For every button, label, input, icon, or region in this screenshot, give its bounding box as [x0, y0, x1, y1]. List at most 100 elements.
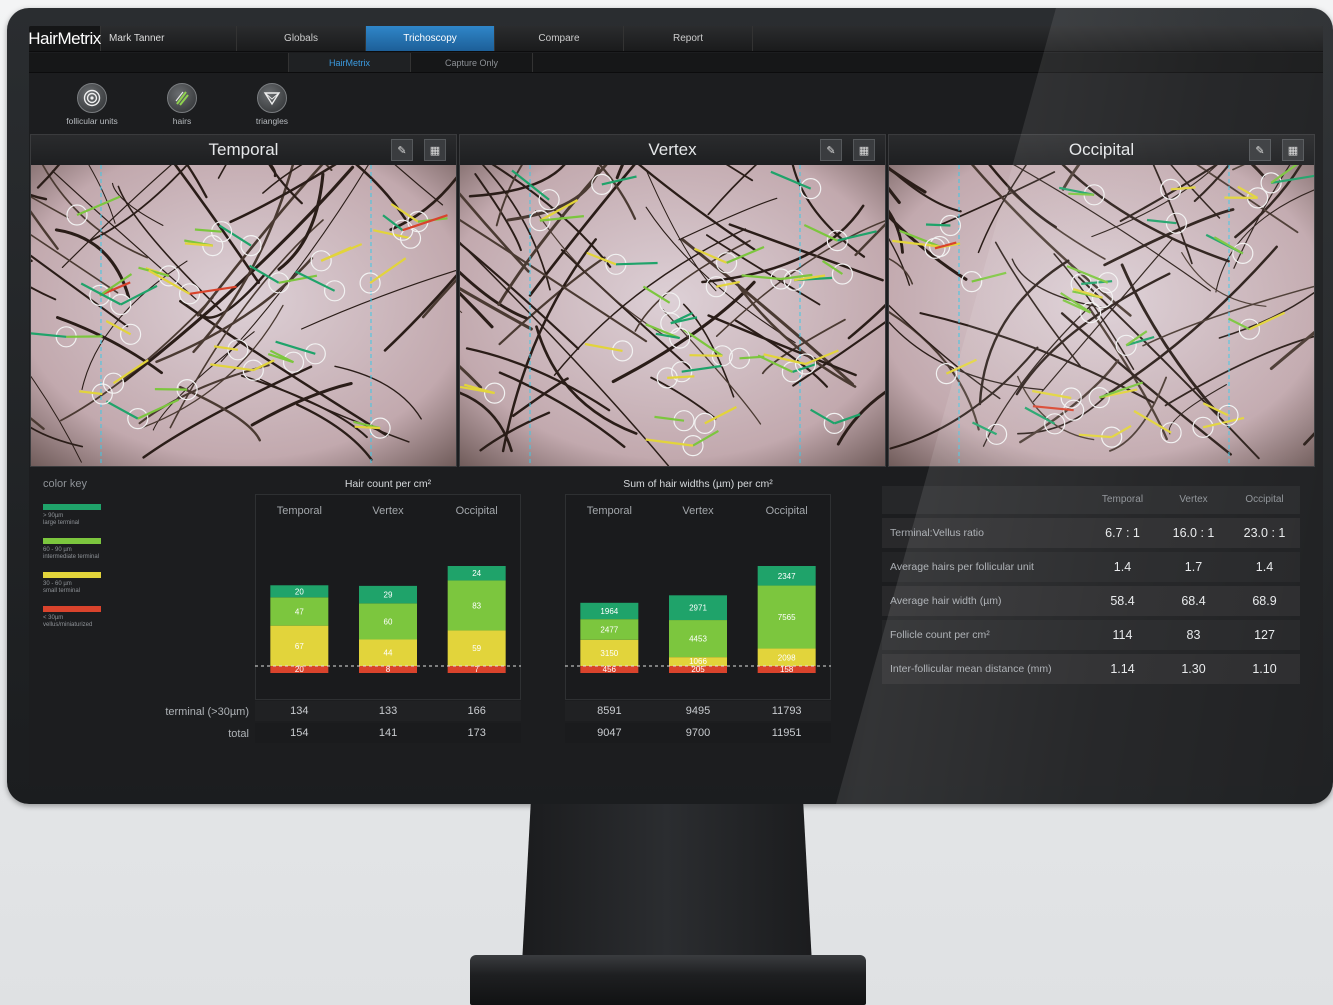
hair-measure-segment: [354, 425, 381, 430]
subtab-capture-only[interactable]: Capture Only: [411, 53, 533, 72]
bar-label: 1066: [689, 657, 707, 666]
hair-measure-segment: [925, 223, 951, 227]
subtab-hairmetrix[interactable]: HairMetrix: [289, 53, 411, 72]
monitor-base: [470, 955, 866, 1005]
tab-compare[interactable]: Compare: [495, 26, 624, 51]
tool-hairs[interactable]: hairs: [147, 74, 217, 130]
color-swatch: [43, 572, 101, 578]
hair-measure-segment: [615, 261, 658, 266]
category-label: Temporal: [277, 505, 322, 517]
terminal-value: 166: [467, 705, 486, 717]
color-key-item: > 90µm large terminal: [43, 504, 153, 527]
trichoscopy-image-temporal[interactable]: [31, 165, 456, 466]
terminal-value: 133: [378, 705, 398, 717]
panel-vertex: Vertex ✎ ▦: [459, 134, 886, 467]
tool-label: hairs: [172, 116, 192, 126]
app-screen: HairMetrix Mark Tanner Globals Trichosco…: [29, 26, 1323, 786]
category-label: Vertex: [372, 505, 404, 517]
stats-row-interfollicular-distance: Inter-follicular mean distance (mm) 1.14…: [882, 654, 1300, 684]
column-header: Occipital: [1245, 494, 1284, 505]
terminal-value: 11793: [771, 705, 802, 717]
stats-body: Terminal:Vellus ratio 6.7 : 1 16.0 : 1 2…: [882, 518, 1300, 684]
bar-label: 67: [295, 642, 304, 651]
terminal-row: 8591 9495 11793: [565, 701, 831, 721]
chart-icon[interactable]: ▦: [424, 139, 446, 161]
total-value: 154: [290, 727, 309, 739]
terminal-value: 134: [290, 705, 309, 717]
scalp-background: [460, 165, 885, 466]
total-value: 173: [467, 727, 486, 739]
triangle-icon[interactable]: [257, 83, 287, 113]
tool-label: triangles: [255, 116, 289, 126]
hair-strands-icon[interactable]: [167, 83, 197, 113]
panel-occipital: Occipital ✎ ▦: [888, 134, 1315, 467]
total-row: 154 141 173: [255, 723, 521, 743]
edit-icon[interactable]: ✎: [820, 139, 842, 161]
bar-label: 2971: [689, 604, 707, 613]
bar-label: 59: [472, 644, 481, 653]
terminal-value: 8591: [597, 705, 622, 717]
chart-icon[interactable]: ▦: [853, 139, 875, 161]
color-key-item: 30 - 60 µm small terminal: [43, 572, 153, 595]
stats-row-terminal-vellus: Terminal:Vellus ratio 6.7 : 1 16.0 : 1 2…: [882, 518, 1300, 548]
tab-trichoscopy[interactable]: Trichoscopy: [366, 26, 495, 51]
bar-label: 2347: [778, 572, 796, 581]
total-value: 9700: [685, 727, 711, 739]
tool-label: follicular units: [66, 116, 118, 126]
category-label: Occipital: [456, 505, 498, 517]
edit-icon[interactable]: ✎: [391, 139, 413, 161]
category-label: Vertex: [682, 505, 714, 517]
tab-report[interactable]: Report: [624, 26, 753, 51]
total-value: 141: [378, 727, 398, 739]
stats-row-hairs-per-unit: Average hairs per follicular unit 1.4 1.…: [882, 552, 1300, 582]
bar-label: 7565: [778, 613, 796, 622]
color-key: color key > 90µm large terminal 60 - 90 …: [43, 478, 153, 640]
stats-row-follicle-count: Follicle count per cm² 114 83 127: [882, 620, 1300, 650]
trichoscopy-image-vertex[interactable]: [460, 165, 885, 466]
stats-row-hair-width: Average hair width (µm) 58.4 68.4 68.9: [882, 586, 1300, 616]
chart-icon[interactable]: ▦: [1282, 139, 1304, 161]
edit-icon[interactable]: ✎: [1249, 139, 1271, 161]
hair-count-chart: Hair count per cm² Temporal Vertex Occipit…: [255, 476, 521, 746]
bar-label: 83: [472, 601, 481, 610]
trichoscopy-image-occipital[interactable]: [889, 165, 1314, 466]
stats-table: Temporal Vertex Occipital Terminal:Vellu…: [882, 486, 1300, 684]
hair-measure-segment: [689, 354, 723, 357]
patient-name[interactable]: Mark Tanner: [101, 26, 237, 51]
bar-label: 1964: [600, 607, 618, 616]
bar-label: 29: [384, 591, 393, 600]
app-logo: HairMetrix: [29, 26, 101, 51]
bar-label: 3150: [600, 649, 618, 658]
top-nav: HairMetrix Mark Tanner Globals Trichosco…: [29, 26, 1323, 52]
stats-header: Temporal Vertex Occipital: [882, 486, 1300, 514]
terminal-value: 9495: [685, 705, 711, 717]
panel-temporal: Temporal ✎ ▦: [30, 134, 457, 467]
sub-nav: HairMetrix Capture Only: [29, 53, 1323, 73]
color-key-item: 60 - 90 µm intermediate terminal: [43, 538, 153, 561]
bar-label: 60: [384, 617, 393, 626]
color-swatch: [43, 538, 101, 544]
hair-width-chart: Sum of hair widths (µm) per cm² Temporal…: [565, 476, 831, 746]
bar-label: 47: [295, 607, 304, 616]
tool-follicular-units[interactable]: follicular units: [57, 74, 127, 130]
bar-label: 44: [384, 649, 393, 658]
total-value: 11951: [771, 727, 802, 739]
color-swatch: [43, 504, 101, 510]
bar-label: 4453: [689, 635, 707, 644]
total-value: 9047: [597, 727, 622, 739]
bar-label: 2477: [600, 625, 618, 634]
bar-label: 2098: [778, 653, 796, 662]
row-label-terminal: terminal (>30µm): [165, 706, 249, 718]
concentric-circles-icon[interactable]: [77, 83, 107, 113]
tab-globals[interactable]: Globals: [237, 26, 366, 51]
category-label: Temporal: [587, 505, 632, 517]
color-key-title: color key: [43, 478, 88, 490]
hair-measure-segment: [1068, 192, 1095, 196]
category-label: Occipital: [766, 505, 808, 517]
bar-label: 24: [472, 569, 481, 578]
tool-triangles[interactable]: triangles: [237, 74, 307, 130]
column-header: Temporal: [1101, 494, 1144, 505]
toolbar: follicular units hairs triangles: [29, 74, 1323, 130]
bar-label: 20: [295, 587, 304, 596]
hair-width-chart-svg: Temporal Vertex Occipital45631502477196420…: [565, 505, 831, 674]
